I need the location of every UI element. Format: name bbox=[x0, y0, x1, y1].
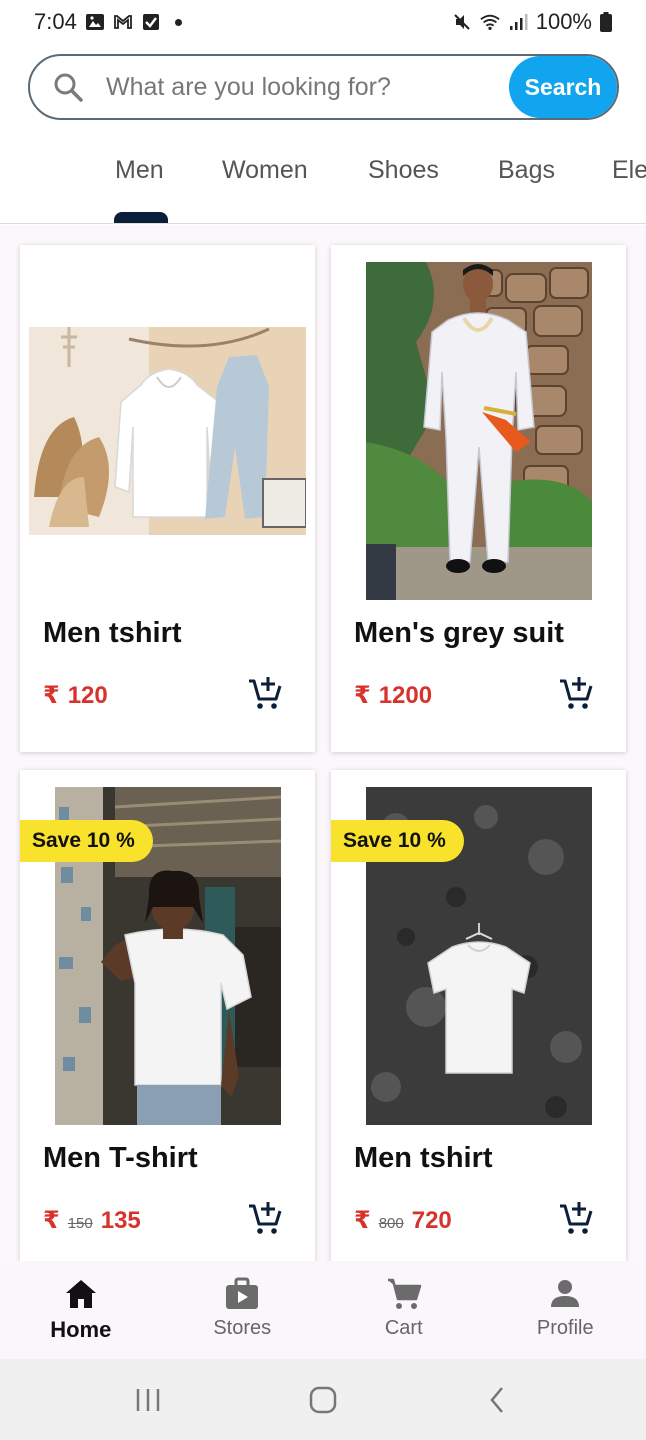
original-price: 150 bbox=[67, 1215, 93, 1232]
discount-badge: Save 10 % bbox=[331, 820, 464, 862]
nav-label: Home bbox=[50, 1317, 112, 1342]
product-title: Men tshirt bbox=[43, 617, 182, 649]
product-grid: Men tshirt ₹ 120 Men's grey suit ₹ 1200 … bbox=[0, 225, 646, 1261]
category-tabs: Men Women Shoes Bags Ele bbox=[0, 140, 646, 224]
currency-symbol: ₹ bbox=[43, 1207, 60, 1234]
status-time: 7:04 bbox=[34, 9, 77, 34]
product-image bbox=[29, 327, 306, 535]
recent-apps-icon[interactable] bbox=[134, 1386, 162, 1414]
home-button-icon[interactable] bbox=[309, 1386, 337, 1414]
product-card[interactable]: Save 10 % Men T-shirt ₹ 150 135 bbox=[20, 770, 315, 1261]
currency-symbol: ₹ bbox=[354, 1207, 371, 1234]
battery-icon bbox=[600, 12, 612, 32]
price-row: ₹ 1200 bbox=[354, 681, 432, 710]
tab-bags[interactable]: Bags bbox=[498, 156, 555, 185]
search-bar: Search bbox=[28, 54, 619, 120]
more-notifications-dot bbox=[174, 18, 182, 26]
product-price: 120 bbox=[67, 682, 108, 709]
mute-icon bbox=[454, 14, 470, 30]
add-to-cart-icon[interactable] bbox=[247, 675, 283, 711]
product-price: 1200 bbox=[378, 682, 433, 709]
product-price: 720 bbox=[411, 1207, 452, 1234]
profile-icon bbox=[551, 1280, 580, 1307]
product-price: 135 bbox=[100, 1207, 141, 1234]
nav-profile[interactable]: Profile bbox=[485, 1261, 646, 1359]
nav-label: Cart bbox=[384, 1317, 423, 1339]
currency-symbol: ₹ bbox=[354, 682, 371, 709]
product-title: Men's grey suit bbox=[354, 617, 564, 649]
status-right: 100% bbox=[452, 9, 612, 35]
tab-women[interactable]: Women bbox=[222, 156, 308, 185]
nav-label: Profile bbox=[536, 1317, 594, 1339]
tab-men[interactable]: Men bbox=[115, 156, 164, 185]
gallery-notification-icon bbox=[85, 14, 104, 30]
nav-cart[interactable]: Cart bbox=[323, 1261, 485, 1359]
original-price: 800 bbox=[378, 1215, 404, 1232]
product-card[interactable]: Men's grey suit ₹ 1200 bbox=[331, 245, 626, 752]
home-icon bbox=[65, 1280, 96, 1308]
status-left: 7:04 bbox=[34, 9, 182, 35]
cart-icon bbox=[387, 1278, 421, 1309]
status-bar: 7:04 100% bbox=[0, 0, 646, 44]
tab-shoes[interactable]: Shoes bbox=[368, 156, 439, 185]
discount-badge: Save 10 % bbox=[20, 820, 153, 862]
search-button[interactable]: Search bbox=[509, 56, 617, 118]
product-card[interactable]: Men tshirt ₹ 120 bbox=[20, 245, 315, 752]
search-icon bbox=[54, 73, 83, 102]
price-row: ₹ 150 135 bbox=[43, 1206, 141, 1235]
product-title: Men tshirt bbox=[354, 1142, 493, 1174]
bottom-navigation: Home Stores Cart Profile bbox=[0, 1261, 646, 1359]
price-row: ₹ 800 720 bbox=[354, 1206, 452, 1235]
search-input[interactable] bbox=[106, 72, 486, 102]
signal-icon bbox=[509, 14, 528, 30]
nav-stores[interactable]: Stores bbox=[162, 1261, 324, 1359]
price-row: ₹ 120 bbox=[43, 681, 108, 710]
gmail-notification-icon bbox=[113, 15, 132, 29]
add-to-cart-icon[interactable] bbox=[558, 675, 594, 711]
battery-percentage: 100% bbox=[535, 9, 592, 34]
store-icon bbox=[226, 1277, 259, 1309]
currency-symbol: ₹ bbox=[43, 682, 60, 709]
product-card[interactable]: Save 10 % Men tshirt ₹ 800 720 bbox=[331, 770, 626, 1261]
product-title: Men T-shirt bbox=[43, 1142, 198, 1174]
nav-label: Stores bbox=[213, 1317, 272, 1339]
app-screen: 7:04 100% Search Men Women Shoes Bags El… bbox=[0, 0, 646, 1440]
tasks-notification-icon bbox=[142, 14, 159, 30]
wifi-icon bbox=[480, 14, 500, 30]
nav-home[interactable]: Home bbox=[0, 1261, 162, 1359]
system-navigation-bar bbox=[0, 1359, 646, 1440]
add-to-cart-icon[interactable] bbox=[247, 1200, 283, 1236]
product-image bbox=[366, 262, 592, 600]
tab-electronics[interactable]: Ele bbox=[612, 156, 646, 185]
back-icon[interactable] bbox=[484, 1386, 512, 1414]
active-tab-indicator bbox=[114, 212, 168, 223]
add-to-cart-icon[interactable] bbox=[558, 1200, 594, 1236]
